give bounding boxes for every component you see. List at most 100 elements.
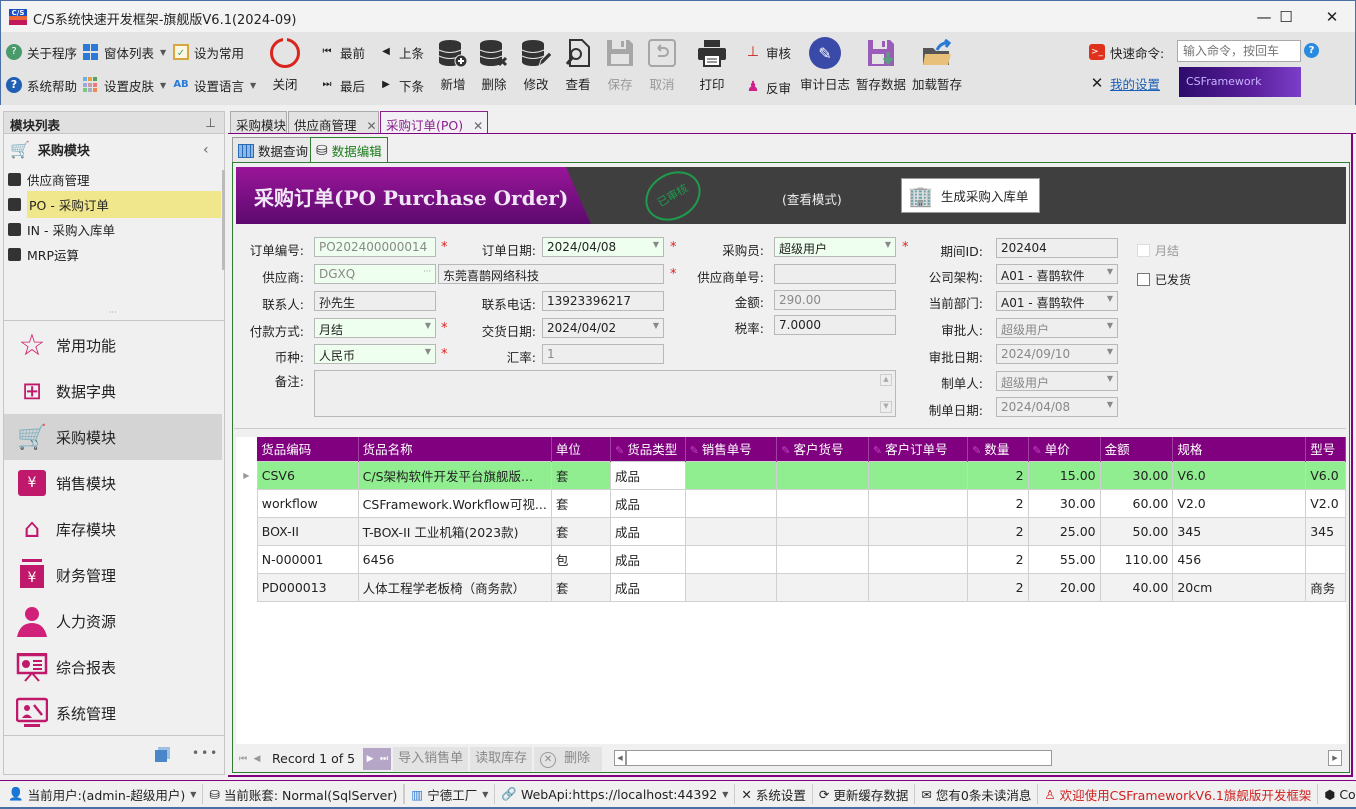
- grid-cell[interactable]: 成品: [609, 516, 686, 546]
- grid-cell[interactable]: 6456: [357, 544, 552, 574]
- grid-cell[interactable]: [776, 544, 869, 574]
- column-header[interactable]: ✎ 数量: [967, 437, 1029, 461]
- grid-cell[interactable]: 套: [550, 572, 611, 602]
- delete-button[interactable]: 删除: [472, 36, 516, 96]
- grid-cell[interactable]: [867, 544, 969, 574]
- close-icon[interactable]: ✕: [473, 119, 483, 133]
- grid-cell[interactable]: V2.0: [1305, 488, 1346, 518]
- grid-cell[interactable]: 人体工程学老板椅（商务款）: [357, 572, 552, 602]
- grid-cell[interactable]: [867, 572, 969, 602]
- approve-button[interactable]: ⊥ 审核: [745, 41, 791, 63]
- column-header[interactable]: 型号: [1305, 437, 1346, 461]
- scrollbar[interactable]: [222, 170, 225, 270]
- help-icon[interactable]: ?: [1304, 43, 1319, 58]
- monthly-settle-checkbox[interactable]: 月结: [1137, 242, 1179, 259]
- generate-inbound-button[interactable]: 🏢 生成采购入库单: [901, 178, 1040, 213]
- status-messages[interactable]: ✉ 您有0条未读消息: [915, 784, 1039, 804]
- skin-button[interactable]: 设置皮肤 ▼: [83, 74, 166, 96]
- table-row[interactable]: PD000013 人体工程学老板椅（商务款）套成品 2 20.00 40.00 20cm 商…: [236, 572, 1346, 602]
- grid-cell[interactable]: 2: [967, 544, 1029, 574]
- set-favorite-button[interactable]: ✓ 设为常用: [173, 41, 244, 63]
- module-favorites[interactable]: ☆ 常用功能: [4, 322, 222, 368]
- module-hr[interactable]: 人力资源: [4, 598, 222, 644]
- supplier-code-field[interactable]: DGXQ ···: [314, 264, 436, 284]
- grid-cell[interactable]: PD000013: [256, 572, 359, 602]
- grid-cell[interactable]: 2: [967, 460, 1029, 490]
- supplier-order-no-field[interactable]: [774, 264, 896, 284]
- close-window-button[interactable]: ✕: [1309, 5, 1355, 29]
- grid-cell[interactable]: [684, 544, 778, 574]
- status-settings[interactable]: ✕ 系统设置: [735, 784, 813, 804]
- grid-cell[interactable]: V2.0: [1172, 488, 1307, 518]
- exchange-rate-field[interactable]: 1: [542, 344, 664, 364]
- column-header[interactable]: ✎ 销售单号: [685, 437, 778, 461]
- row-indicator[interactable]: ▶: [236, 461, 258, 489]
- grid-cell[interactable]: [776, 460, 869, 490]
- order-no-field[interactable]: PO202400000014: [314, 237, 436, 257]
- grid-cell[interactable]: [776, 516, 869, 546]
- last-record-button[interactable]: ⏭ 最后: [319, 74, 366, 96]
- close-form-button[interactable]: 关闭: [263, 36, 307, 96]
- grid-cell[interactable]: 50.00: [1099, 516, 1174, 546]
- more-icon[interactable]: •••: [192, 746, 219, 760]
- maximize-button[interactable]: ☐: [1263, 5, 1309, 29]
- grid-cell[interactable]: CSV6: [256, 460, 359, 490]
- load-temp-button[interactable]: 加载暂存: [911, 36, 963, 96]
- tab-purchase-module[interactable]: 采购模块: [230, 111, 287, 134]
- grid-cell[interactable]: V6.0: [1305, 460, 1346, 490]
- grid-cell[interactable]: 套: [550, 488, 611, 518]
- cancel-button[interactable]: 取消: [640, 36, 684, 96]
- grid-cell[interactable]: 商务: [1305, 572, 1346, 602]
- grid-cell[interactable]: 30.00: [1027, 488, 1101, 518]
- pin-icon[interactable]: ⊥: [205, 115, 216, 130]
- scroll-left-icon[interactable]: ◀: [614, 750, 626, 766]
- print-button[interactable]: 打印: [690, 36, 734, 96]
- add-button[interactable]: 新增: [431, 36, 475, 96]
- grid-cell[interactable]: 25.00: [1027, 516, 1101, 546]
- read-stock-button[interactable]: 读取库存: [470, 746, 533, 771]
- collapse-chevron-icon[interactable]: ‹: [203, 142, 209, 158]
- payment-dropdown[interactable]: 月结 ▼: [314, 318, 436, 338]
- grid-cell[interactable]: 2: [967, 572, 1029, 602]
- module-finance[interactable]: ¥ 财务管理: [4, 552, 222, 598]
- prev-record-button[interactable]: ◀ 上条: [378, 41, 424, 63]
- edit-button[interactable]: 修改: [514, 36, 558, 96]
- grid-cell[interactable]: 套: [550, 460, 611, 490]
- column-header[interactable]: 货品编码: [257, 437, 359, 461]
- grid-cell[interactable]: [867, 488, 969, 518]
- grid-cell[interactable]: 456: [1172, 544, 1307, 574]
- contact-field[interactable]: 孙先生: [314, 291, 436, 311]
- row-indicator[interactable]: [236, 489, 258, 517]
- ellipsis-button[interactable]: ···: [423, 267, 431, 276]
- about-button[interactable]: ? 关于程序: [6, 41, 77, 63]
- first-record-icon[interactable]: ⏮: [236, 754, 250, 764]
- grid-cell[interactable]: 成品: [609, 572, 686, 602]
- grid-cell[interactable]: [867, 516, 969, 546]
- grid-cell[interactable]: 套: [550, 516, 611, 546]
- column-header[interactable]: 单位: [551, 437, 611, 461]
- table-row[interactable]: workflow CSFramework.Workflow可视... 套成品 2 30.…: [236, 488, 1346, 518]
- table-row[interactable]: BOX-II T-BOX-II 工业机箱(2023款) 套成品 2 25.00 50.00…: [236, 516, 1346, 546]
- current-module-header[interactable]: 🛒 采购模块: [10, 140, 90, 159]
- column-header[interactable]: ✎ 客户货号: [776, 437, 869, 461]
- grid-cell[interactable]: 345: [1305, 516, 1346, 546]
- grid-cell[interactable]: [684, 516, 778, 546]
- grid-cell[interactable]: 30.00: [1099, 460, 1174, 490]
- view-button[interactable]: 查看: [556, 36, 600, 96]
- grid-cell[interactable]: [1305, 544, 1346, 574]
- column-header[interactable]: 规格: [1172, 437, 1307, 461]
- grid-cell[interactable]: T-BOX-II 工业机箱(2023款): [357, 516, 552, 546]
- grid-cell[interactable]: 60.00: [1099, 488, 1174, 518]
- status-webapi[interactable]: 🔗 WebApi:https://localhost:44392 ▼: [495, 784, 736, 804]
- buyer-dropdown[interactable]: 超级用户 ▼: [774, 237, 896, 257]
- grid-cell[interactable]: [684, 488, 778, 518]
- grid-cell[interactable]: 15.00: [1027, 460, 1101, 490]
- nav-item-supplier[interactable]: 供应商管理: [4, 167, 221, 192]
- column-header[interactable]: ✎ 货品类型: [610, 437, 686, 461]
- grid-cell[interactable]: 2: [967, 516, 1029, 546]
- grid-cell[interactable]: workflow: [256, 488, 359, 518]
- table-row[interactable]: ▶ CSV6 C/S架构软件开发平台旗舰版... 套成品 2 15.00 30.00 V6.0…: [236, 460, 1346, 490]
- grid-cell[interactable]: 20.00: [1027, 572, 1101, 602]
- module-inventory[interactable]: ⌂ 库存模块: [4, 506, 222, 552]
- grid-cell[interactable]: [684, 460, 778, 490]
